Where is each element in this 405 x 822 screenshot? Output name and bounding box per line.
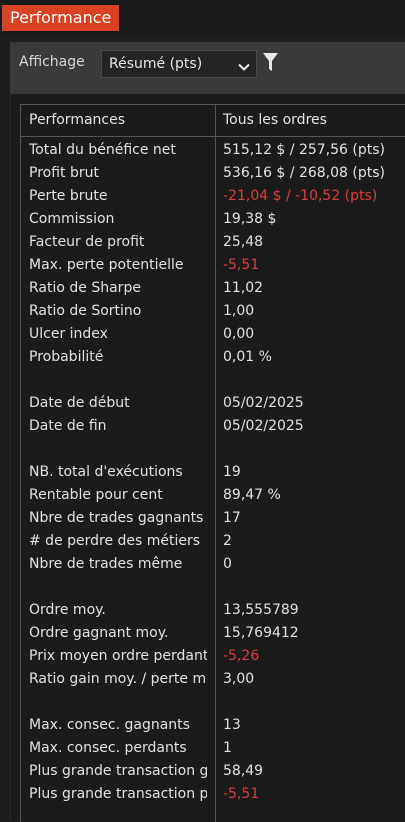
metric-label: Prix moyen ordre perdant bbox=[29, 648, 207, 664]
table-row: Ordre moy. 13,555789 bbox=[21, 599, 405, 622]
metric-label: Ordre moy. bbox=[29, 602, 106, 618]
metric-label: Probabilité bbox=[29, 349, 104, 365]
table-row: Max. perte potentielle -5,51 bbox=[21, 254, 405, 277]
filter-icon[interactable] bbox=[263, 53, 278, 75]
table-header: Performances Tous les ordres bbox=[21, 105, 405, 137]
table-row: Commission 19,38 $ bbox=[21, 208, 405, 231]
performance-panel: Performances Tous les ordres Total du bé… bbox=[10, 94, 405, 822]
metric-value: 89,47 % bbox=[223, 487, 281, 503]
table-row: Max. consec. perdants 1 bbox=[21, 737, 405, 760]
metric-label: Rentable pour cent bbox=[29, 487, 163, 503]
table-row: Plus grande transaction gagnante 58,49 bbox=[21, 760, 405, 783]
metric-label: Nbre de trades gagnants bbox=[29, 510, 204, 526]
metric-label: Ratio de Sharpe bbox=[29, 280, 141, 296]
metric-value: -5,26 bbox=[223, 648, 260, 664]
metric-label: Max. consec. perdants bbox=[29, 740, 187, 756]
metric-value: -5,51 bbox=[223, 257, 260, 273]
metric-label: Ordre gagnant moy. bbox=[29, 625, 169, 641]
performance-table: Performances Tous les ordres Total du bé… bbox=[20, 104, 405, 822]
metric-label: Ratio gain moy. / perte moy. bbox=[29, 671, 207, 687]
metric-value: 0,00 bbox=[223, 326, 255, 342]
table-row: Facteur de profit 25,48 bbox=[21, 231, 405, 254]
metric-label: NB. total d'exécutions bbox=[29, 464, 183, 480]
table-row: Date de fin 05/02/2025 bbox=[21, 415, 405, 438]
metric-value: 1,00 bbox=[223, 303, 255, 319]
table-row: Profit brut 536,16 $ / 268,08 (pts) bbox=[21, 162, 405, 185]
metric-value: 15,769412 bbox=[223, 625, 299, 641]
table-row-spacer bbox=[21, 576, 405, 599]
metric-label: Profit brut bbox=[29, 165, 99, 181]
table-row-spacer bbox=[21, 369, 405, 392]
metric-value: 05/02/2025 bbox=[223, 395, 304, 411]
header-performances[interactable]: Performances bbox=[29, 112, 125, 128]
table-row: Prix moyen ordre perdant -5,26 bbox=[21, 645, 405, 668]
metric-value: 0,01 % bbox=[223, 349, 272, 365]
metric-label: # de perdre des métiers bbox=[29, 533, 201, 549]
metric-label: Date de début bbox=[29, 395, 130, 411]
chevron-down-icon bbox=[238, 58, 250, 77]
metric-value: 2 bbox=[223, 533, 232, 549]
metric-value: 58,49 bbox=[223, 763, 264, 779]
display-label: Affichage bbox=[19, 54, 85, 70]
metric-label: Max. consec. gagnants bbox=[29, 717, 190, 733]
metric-value: 13,555789 bbox=[223, 602, 299, 618]
table-row: Ratio gain moy. / perte moy. 3,00 bbox=[21, 668, 405, 691]
display-select-value: Résumé (pts) bbox=[109, 56, 203, 72]
table-row: Rentable pour cent 89,47 % bbox=[21, 484, 405, 507]
table-row: Ratio de Sortino 1,00 bbox=[21, 300, 405, 323]
metric-label: Facteur de profit bbox=[29, 234, 145, 250]
metric-value: 0 bbox=[223, 556, 232, 572]
metric-value: 536,16 $ / 268,08 (pts) bbox=[223, 165, 385, 181]
table-row: Date de début 05/02/2025 bbox=[21, 392, 405, 415]
table-row: Ulcer index 0,00 bbox=[21, 323, 405, 346]
toolbar: Affichage Résumé (pts) bbox=[10, 42, 405, 94]
metric-label: Date de fin bbox=[29, 418, 107, 434]
table-row: Perte brute -21,04 $ / -10,52 (pts) bbox=[21, 185, 405, 208]
table-row: Probabilité 0,01 % bbox=[21, 346, 405, 369]
metric-label: Plus grande transaction perdante bbox=[29, 786, 207, 802]
metric-value: 25,48 bbox=[223, 234, 264, 250]
table-row: Nbre de trades gagnants 17 bbox=[21, 507, 405, 530]
header-all-orders[interactable]: Tous les ordres bbox=[223, 112, 327, 128]
metric-label: Nbre de trades même bbox=[29, 556, 183, 572]
table-row: Ordre gagnant moy. 15,769412 bbox=[21, 622, 405, 645]
metric-value: 13 bbox=[223, 717, 241, 733]
table-row: Plus grande transaction perdante -5,51 bbox=[21, 783, 405, 806]
metric-label: Ratio de Sortino bbox=[29, 303, 142, 319]
table-row: # de perdre des métiers 2 bbox=[21, 530, 405, 553]
metric-value: -5,51 bbox=[223, 786, 260, 802]
metric-value: -21,04 $ / -10,52 (pts) bbox=[223, 188, 378, 204]
metric-label: Max. perte potentielle bbox=[29, 257, 184, 273]
metric-value: 19 bbox=[223, 464, 241, 480]
metric-label: Total du bénéfice net bbox=[29, 142, 176, 158]
metric-value: 05/02/2025 bbox=[223, 418, 304, 434]
metric-value: 17 bbox=[223, 510, 241, 526]
metric-value: 3,00 bbox=[223, 671, 255, 687]
metric-value: 1 bbox=[223, 740, 232, 756]
table-row: Total du bénéfice net 515,12 $ / 257,56 (… bbox=[21, 139, 405, 162]
display-select[interactable]: Résumé (pts) bbox=[101, 50, 257, 78]
metric-value: 515,12 $ / 257,56 (pts) bbox=[223, 142, 385, 158]
table-row-spacer bbox=[21, 438, 405, 461]
window-title-tab[interactable]: Performance bbox=[2, 5, 120, 31]
metric-value: 19,38 $ bbox=[223, 211, 277, 227]
table-row: Nbre de trades même 0 bbox=[21, 553, 405, 576]
table-row: Max. consec. gagnants 13 bbox=[21, 714, 405, 737]
table-row-spacer bbox=[21, 691, 405, 714]
metric-label: Perte brute bbox=[29, 188, 108, 204]
table-row: Ratio de Sharpe 11,02 bbox=[21, 277, 405, 300]
table-row: NB. total d'exécutions 19 bbox=[21, 461, 405, 484]
metric-label: Ulcer index bbox=[29, 326, 108, 342]
metric-label: Plus grande transaction gagnante bbox=[29, 763, 207, 779]
title-bar: Performance bbox=[0, 0, 405, 34]
metric-label: Commission bbox=[29, 211, 115, 227]
metric-value: 11,02 bbox=[223, 280, 264, 296]
